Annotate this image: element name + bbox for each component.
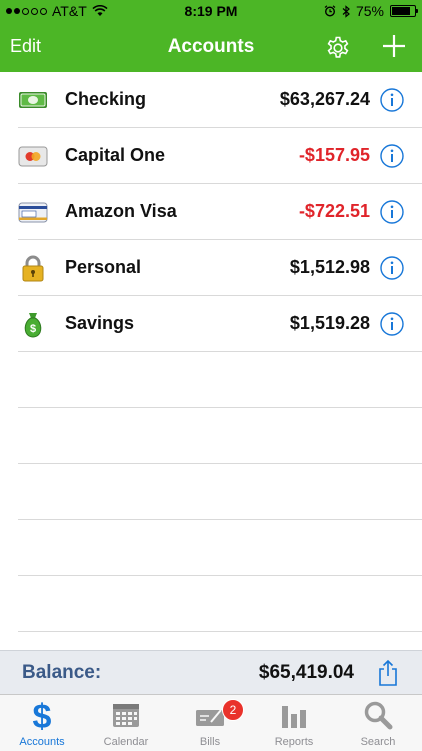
account-amount: $63,267.24 [279,89,370,109]
status-right: 75% [324,3,418,19]
dollar-icon: $ [33,700,52,730]
account-amount: -$722.51 [298,201,370,221]
balance-value: $65,419.04 [258,662,354,683]
account-row-checking[interactable]: Checking $63,267.24 [0,72,422,128]
account-name: Checking [65,89,147,109]
page-title: Accounts [167,36,255,57]
account-amount: $1,519.28 [289,313,370,333]
empty-row [0,464,422,520]
tab-label: Search [360,736,396,748]
info-icon[interactable] [380,312,404,336]
check-icon [196,709,224,726]
account-name: Amazon Visa [65,201,177,221]
alarm-clock-icon [324,5,336,17]
magnifier-icon [364,701,393,730]
svg-text:$: $ [33,700,52,730]
info-icon[interactable] [380,200,404,224]
tab-label: Reports [274,736,314,748]
info-icon[interactable] [380,88,404,112]
info-icon[interactable] [380,256,404,280]
nav-bar: Edit Accounts [0,22,422,72]
tab-label: Accounts [19,736,65,748]
tab-reports[interactable]: Reports [252,695,336,751]
account-amount: $1,512.98 [289,257,370,277]
accounts-list: Checking $63,267.24 Capital One -$157.95 [0,72,422,632]
tab-calendar[interactable]: Calendar [84,695,168,751]
header: AT&T 8:19 PM 75% Edit Accounts [0,0,422,72]
battery-icon [390,5,418,17]
padlock-icon [22,255,44,282]
account-amount: -$157.95 [298,145,370,165]
visa-card-icon [18,202,48,223]
balance-label: Balance: [22,662,102,683]
account-name: Personal [65,257,142,277]
empty-row [0,520,422,576]
plus-icon[interactable] [380,32,408,60]
calendar-icon [113,704,139,727]
battery-percent: 75% [355,3,384,19]
tab-search[interactable]: Search [336,695,420,751]
money-bag-icon: $ [24,313,42,338]
gear-icon[interactable] [324,33,352,61]
bills-badge: 2 [222,699,244,721]
balance-bar: Balance: $65,419.04 [0,650,422,695]
tab-label: Bills [199,736,221,748]
empty-row [0,408,422,464]
mastercard-icon [18,146,48,167]
account-row-capital-one[interactable]: Capital One -$157.95 [0,128,422,184]
info-icon[interactable] [380,144,404,168]
bluetooth-icon [342,4,350,18]
empty-row [0,352,422,408]
account-row-savings[interactable]: $ Savings $1,519.28 [0,296,422,352]
empty-row [0,576,422,632]
share-icon[interactable] [377,659,399,687]
account-row-personal[interactable]: Personal $1,512.98 [0,240,422,296]
bar-chart-icon [282,706,306,728]
tab-accounts[interactable]: $ Accounts [0,695,84,751]
status-bar: AT&T 8:19 PM 75% [0,0,422,22]
tab-label: Calendar [103,736,149,748]
account-name: Savings [65,313,135,333]
account-row-amazon-visa[interactable]: Amazon Visa -$722.51 [0,184,422,240]
cash-icon [19,92,47,108]
account-name: Capital One [65,145,166,165]
svg-text:$: $ [30,323,36,335]
tab-bar: $ Accounts Calendar Bills 2 Reports Sear… [0,694,422,751]
